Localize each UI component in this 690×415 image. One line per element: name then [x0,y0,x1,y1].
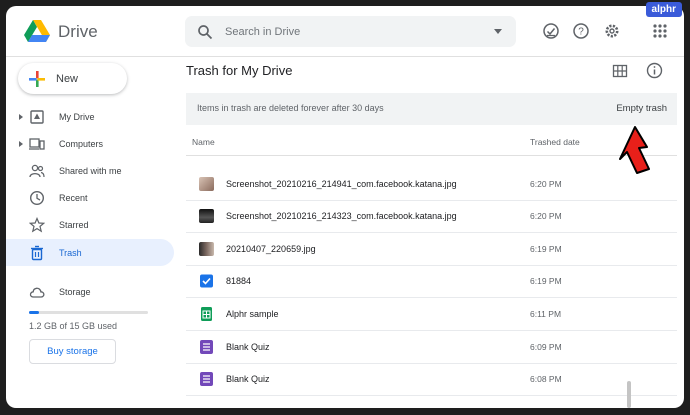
drive-window: Drive Search in Drive ? New My Drive Com… [6,6,684,408]
settings-gear-icon[interactable] [603,22,621,40]
image-thumbnail-icon [199,209,214,223]
new-button[interactable]: New [18,63,127,94]
file-row[interactable]: 20210407_220659.jpg 6:19 PM [186,233,677,266]
trashed-date: 6:11 PM [530,309,562,319]
search-bar[interactable]: Search in Drive [185,16,516,47]
search-input[interactable]: Search in Drive [225,26,494,38]
storage-progress-fill [29,311,39,314]
offline-status-icon[interactable] [542,22,560,40]
apps-grid-icon[interactable] [651,22,669,40]
annotation-arrow-icon [619,126,650,174]
grid-view-icon[interactable] [612,63,628,79]
expand-arrow-icon[interactable] [19,113,23,120]
file-row[interactable]: Screenshot_20210216_214323_com.facebook.… [186,200,677,233]
sidebar-item-storage[interactable]: Storage [6,278,174,305]
file-name: Screenshot_20210216_214941_com.facebook.… [226,179,457,189]
sidebar-item-shared-with-me[interactable]: Shared with me [6,157,174,184]
file-row[interactable]: 81884 6:19 PM [186,265,677,298]
alphr-watermark: alphr [645,2,682,17]
column-trashed-date-header[interactable]: Trashed date [530,137,580,147]
info-icon[interactable] [646,62,663,79]
image-thumbnail-icon [199,242,214,256]
new-button-label: New [56,72,79,85]
shared-people-icon [29,164,45,177]
file-name: Blank Quiz [226,374,270,384]
trash-info-banner: Items in trash are deleted forever after… [186,93,677,125]
trashed-date: 6:19 PM [530,244,562,254]
banner-message: Items in trash are deleted forever after… [197,103,384,113]
file-row[interactable]: Alphr sample 6:11 PM [186,298,677,331]
storage-used-text: 1.2 GB of 15 GB used [29,321,118,331]
sidebar-item-recent[interactable]: Recent [6,184,174,211]
empty-trash-button[interactable]: Empty trash [616,103,667,114]
file-name: 81884 [226,276,252,286]
column-name-header[interactable]: Name [192,137,215,147]
trash-icon [31,245,43,260]
file-name: Blank Quiz [226,342,270,352]
sidebar-item-label: My Drive [59,111,95,122]
trashed-date: 6:09 PM [530,342,562,352]
scrollbar-thumb[interactable] [627,381,631,408]
drive-logo[interactable]: Drive [24,20,98,43]
app-name: Drive [58,21,98,41]
computers-icon [29,137,45,150]
sidebar-item-starred[interactable]: Starred [6,211,174,238]
buy-storage-button[interactable]: Buy storage [29,339,116,364]
plus-icon [29,70,45,87]
file-name: Screenshot_20210216_214323_com.facebook.… [226,211,457,221]
header-divider [6,56,684,57]
drive-logo-icon [24,20,50,42]
forms-icon [200,340,213,354]
clock-icon [29,190,45,205]
sidebar-item-label: Computers [59,138,104,149]
page-title: Trash for My Drive [186,63,293,78]
search-icon[interactable] [197,24,213,40]
sheets-icon [201,307,212,321]
sidebar-item-computers[interactable]: Computers [6,130,174,157]
storage-label: Storage [59,286,91,297]
file-row[interactable]: Blank Quiz 6:09 PM [186,331,677,364]
search-options-icon[interactable] [494,29,502,34]
trashed-date: 6:19 PM [530,276,562,286]
file-row[interactable]: Blank Quiz 6:08 PM [186,363,677,396]
cloud-icon [29,287,45,298]
sidebar-item-label: Shared with me [59,165,122,176]
svg-text:?: ? [578,27,584,38]
file-name: 20210407_220659.jpg [226,244,316,254]
star-icon [29,216,45,232]
storage-progress-bar [29,311,148,314]
sidebar-item-label: Trash [59,247,82,258]
sidebar-item-label: Recent [59,192,88,203]
sidebar-item-trash[interactable]: Trash [6,239,174,266]
help-icon[interactable]: ? [572,22,590,40]
sidebar-item-label: Starred [59,219,89,230]
forms-icon [200,372,213,386]
my-drive-icon [30,109,44,124]
image-thumbnail-icon [199,177,214,191]
expand-arrow-icon[interactable] [19,140,23,147]
file-name: Alphr sample [226,309,279,319]
trashed-date: 6:20 PM [530,211,562,221]
blue-doc-icon [200,274,213,288]
trashed-date: 6:08 PM [530,374,562,384]
sidebar-item-my-drive[interactable]: My Drive [6,103,174,130]
trashed-date: 6:20 PM [530,179,562,189]
